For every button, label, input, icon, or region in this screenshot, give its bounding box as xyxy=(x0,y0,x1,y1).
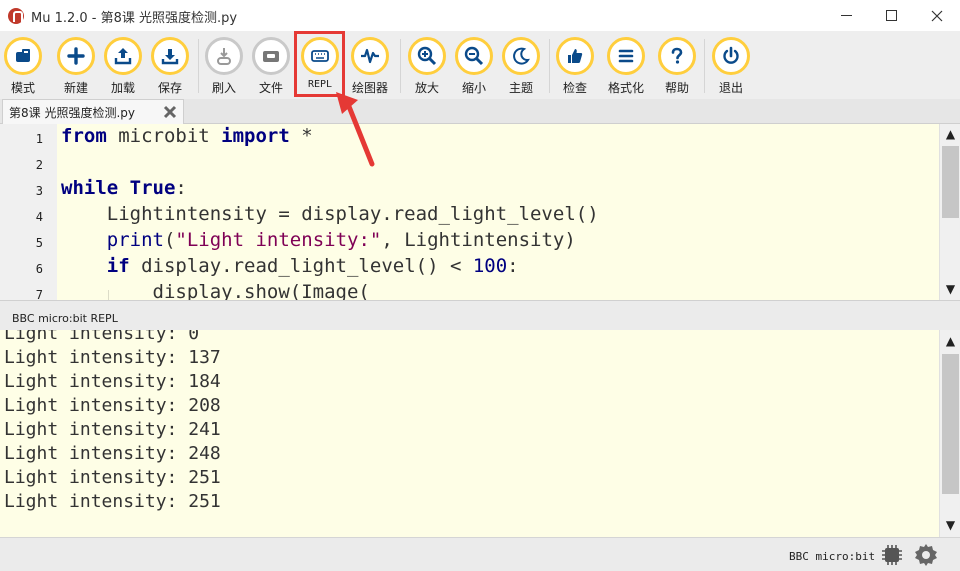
scroll-up-icon[interactable]: ▲ xyxy=(943,127,958,142)
status-bar: BBC micro:bit xyxy=(0,537,960,571)
mode-label: 模式 xyxy=(10,81,35,95)
tab-bar: 第8课 光照强度检测.py xyxy=(0,99,960,124)
mode-button[interactable]: 模式 xyxy=(0,37,48,97)
thumbs-up-icon xyxy=(556,37,594,75)
code-editor[interactable]: 1 2 3 4 5 6 7 from microbit import * whi… xyxy=(0,124,960,300)
code-line: print("Light intensity:", Lightintensity… xyxy=(106,229,576,251)
tab-current-file[interactable]: 第8课 光照强度检测.py xyxy=(2,99,184,124)
theme-label: 主题 xyxy=(508,81,533,95)
repl-highlight-box xyxy=(294,31,345,97)
zoom-in-icon xyxy=(408,37,446,75)
load-label: 加载 xyxy=(110,81,135,95)
line-number: 6 xyxy=(35,262,43,276)
help-button[interactable]: 帮助 xyxy=(652,37,702,97)
code-line: from microbit import * xyxy=(61,125,313,147)
upload-icon xyxy=(104,37,142,75)
files-label: 文件 xyxy=(258,81,283,95)
question-icon xyxy=(658,37,696,75)
help-label: 帮助 xyxy=(664,81,689,95)
repl-line: Light intensity: 184 xyxy=(4,371,221,392)
close-icon xyxy=(931,10,943,21)
code-line: display.show(Image( xyxy=(61,281,370,300)
save-label: 保存 xyxy=(157,81,182,95)
repl-pane-header: BBC micro:bit REPL xyxy=(0,300,960,330)
repl-line: Light intensity: 241 xyxy=(4,419,221,440)
repl-scrollbar[interactable]: ▲ ▼ xyxy=(939,330,960,537)
zoom-in-button[interactable]: 放大 xyxy=(402,37,452,97)
toolbar-divider xyxy=(400,39,401,93)
gear-icon[interactable] xyxy=(913,542,939,568)
mode-icon xyxy=(4,37,42,75)
mode-indicator[interactable]: BBC micro:bit xyxy=(789,550,875,563)
zoom-out-button[interactable]: 缩小 xyxy=(449,37,499,97)
pulse-icon xyxy=(351,37,389,75)
zoom-out-label: 缩小 xyxy=(461,81,486,95)
minimize-button[interactable] xyxy=(823,0,869,31)
line-number: 4 xyxy=(35,210,43,224)
scroll-up-icon[interactable]: ▲ xyxy=(943,334,958,349)
repl-line: Light intensity: 0 xyxy=(4,330,200,344)
line-number: 1 xyxy=(35,132,43,146)
toolbar-divider xyxy=(704,39,705,93)
flash-icon xyxy=(205,37,243,75)
flash-label: 刷入 xyxy=(211,81,236,95)
new-label: 新建 xyxy=(63,81,88,95)
plotter-button[interactable]: 绘图器 xyxy=(345,37,395,97)
repl-title: BBC micro:bit REPL xyxy=(12,312,118,325)
check-button[interactable]: 检查 xyxy=(550,37,600,97)
line-number: 7 xyxy=(35,288,43,300)
line-number: 3 xyxy=(35,184,43,198)
quit-button[interactable]: 退出 xyxy=(706,37,756,97)
scroll-thumb[interactable] xyxy=(942,146,959,218)
repl-line: Light intensity: 208 xyxy=(4,395,221,416)
code-line: while True: xyxy=(61,177,187,199)
power-icon xyxy=(712,37,750,75)
quit-label: 退出 xyxy=(718,81,743,95)
scroll-thumb[interactable] xyxy=(942,354,959,494)
line-number: 2 xyxy=(35,158,43,172)
load-button[interactable]: 加载 xyxy=(98,37,148,97)
files-icon xyxy=(252,37,290,75)
title-bar: Mu 1.2.0 - 第8课 光照强度检测.py xyxy=(0,0,960,31)
download-icon xyxy=(151,37,189,75)
line-number: 5 xyxy=(35,236,43,250)
save-button[interactable]: 保存 xyxy=(145,37,195,97)
repl-console[interactable]: Light intensity: 0 Light intensity: 137 … xyxy=(0,330,960,537)
tab-label: 第8课 光照强度检测.py xyxy=(9,106,135,120)
plus-icon xyxy=(57,37,95,75)
mu-app-icon xyxy=(8,8,24,24)
theme-button[interactable]: 主题 xyxy=(496,37,546,97)
plotter-label: 绘图器 xyxy=(351,81,388,95)
window-title: Mu 1.2.0 - 第8课 光照强度检测.py xyxy=(31,11,238,26)
scroll-down-icon[interactable]: ▼ xyxy=(943,518,958,533)
chip-icon[interactable] xyxy=(880,543,904,567)
line-number-gutter: 1 2 3 4 5 6 7 xyxy=(0,124,57,300)
zoom-in-label: 放大 xyxy=(414,81,439,95)
tidy-button[interactable]: 格式化 xyxy=(601,37,651,97)
toolbar: 模式 新建 加载 保存 刷入 文件 REPL 绘图器 放大 缩小 主题 检查 格… xyxy=(0,31,960,99)
maximize-icon xyxy=(885,10,897,21)
repl-line: Light intensity: 248 xyxy=(4,443,221,464)
repl-line: Light intensity: 137 xyxy=(4,347,221,368)
moon-icon xyxy=(502,37,540,75)
repl-line: Light intensity: 251 xyxy=(4,491,221,512)
close-button[interactable] xyxy=(914,0,960,31)
repl-line: Light intensity: 251 xyxy=(4,467,221,488)
tidy-label: 格式化 xyxy=(607,81,644,95)
editor-scrollbar[interactable]: ▲ ▼ xyxy=(939,124,960,300)
tab-close-icon[interactable] xyxy=(163,105,177,119)
flash-button[interactable]: 刷入 xyxy=(199,37,249,97)
code-line: Lightintensity = display.read_light_leve… xyxy=(61,203,599,225)
new-button[interactable]: 新建 xyxy=(51,37,101,97)
code-line: if display.read_light_level() < 100: xyxy=(106,255,519,277)
maximize-button[interactable] xyxy=(868,0,914,31)
scroll-down-icon[interactable]: ▼ xyxy=(943,282,958,297)
check-label: 检查 xyxy=(562,81,587,95)
minimize-icon xyxy=(840,15,852,16)
files-button[interactable]: 文件 xyxy=(246,37,296,97)
lines-icon xyxy=(607,37,645,75)
zoom-out-icon xyxy=(455,37,493,75)
